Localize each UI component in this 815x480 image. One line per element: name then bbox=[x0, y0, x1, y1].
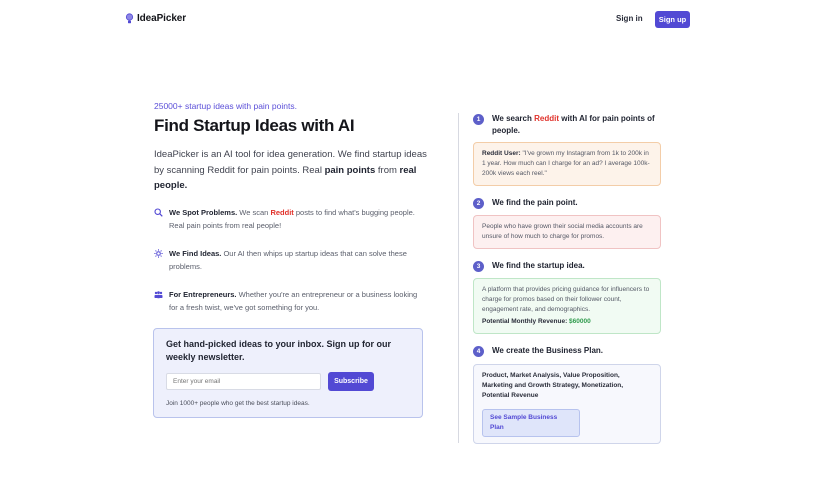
logo-text: IdeaPicker bbox=[137, 13, 187, 24]
subscribe-button[interactable]: Subscribe bbox=[328, 372, 374, 391]
step-title: We find the pain point. bbox=[492, 198, 578, 207]
business-plan-card: Product, Market Analysis, Value Proposit… bbox=[473, 364, 661, 444]
newsletter-note: Join 1000+ people who get the best start… bbox=[166, 400, 310, 407]
step-title: We find the startup idea. bbox=[492, 261, 585, 270]
top-nav: IdeaPicker Sign in Sign up bbox=[0, 0, 815, 40]
lightbulb-icon bbox=[154, 249, 163, 258]
reddit-quote-card: Reddit User: "I've grown my Instagram fr… bbox=[473, 142, 661, 186]
step-2: 2 We find the pain point. bbox=[473, 198, 657, 209]
search-icon bbox=[154, 208, 163, 217]
step-title: We search Reddit with AI for pain points… bbox=[492, 114, 655, 135]
tagline: 25000+ startup ideas with pain points. bbox=[154, 101, 297, 111]
step-3: 3 We find the startup idea. bbox=[473, 261, 657, 272]
newsletter-title: Get hand-picked ideas to your inbox. Sig… bbox=[166, 339, 392, 362]
sign-up-button[interactable]: Sign up bbox=[655, 11, 690, 28]
page-title: Find Startup Ideas with AI bbox=[154, 116, 355, 135]
step-number: 1 bbox=[473, 114, 484, 125]
feature-spot-problems: We Spot Problems. We scan Reddit posts t… bbox=[154, 206, 424, 232]
users-icon bbox=[154, 291, 163, 299]
logo[interactable]: IdeaPicker bbox=[125, 13, 186, 24]
newsletter-box: Get hand-picked ideas to your inbox. Sig… bbox=[153, 328, 423, 418]
startup-idea-card: A platform that provides pricing guidanc… bbox=[473, 278, 661, 334]
vertical-divider bbox=[458, 113, 459, 443]
see-sample-business-plan-button[interactable]: See Sample Business Plan bbox=[482, 409, 580, 437]
step-number: 2 bbox=[473, 198, 484, 209]
step-title: We create the Business Plan. bbox=[492, 346, 604, 355]
pain-point-card: People who have grown their social media… bbox=[473, 215, 661, 249]
feature-entrepreneurs: For Entrepreneurs. Whether you're an ent… bbox=[154, 288, 424, 314]
lightbulb-logo-icon bbox=[125, 13, 134, 24]
step-4: 4 We create the Business Plan. bbox=[473, 346, 657, 357]
intro-paragraph: IdeaPicker is an AI tool for idea genera… bbox=[154, 149, 427, 191]
sign-in-link[interactable]: Sign in bbox=[616, 14, 643, 23]
revenue-value: $60000 bbox=[569, 318, 591, 325]
feature-find-ideas: We Find Ideas. Our AI then whips up star… bbox=[154, 247, 424, 273]
email-field[interactable] bbox=[166, 373, 321, 390]
step-number: 4 bbox=[473, 346, 484, 357]
step-1: 1 We search Reddit with AI for pain poin… bbox=[473, 114, 657, 137]
step-number: 3 bbox=[473, 261, 484, 272]
